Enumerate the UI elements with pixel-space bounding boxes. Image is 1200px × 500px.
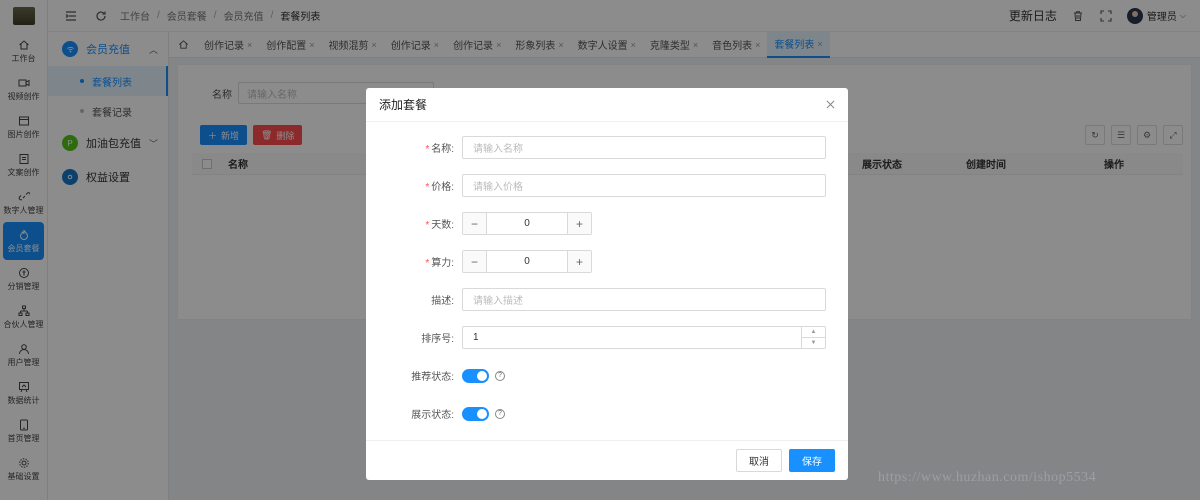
sort-number-input[interactable]: 1 ▲ ▼ — [462, 326, 826, 349]
dialog-title: 添加套餐 — [379, 98, 428, 112]
help-icon[interactable]: ? — [495, 408, 505, 419]
required-mark: * — [425, 182, 430, 193]
form-row-show: 展示状态: ? — [366, 406, 848, 421]
field-label: 展示状态: — [411, 410, 454, 421]
field-label: 描述: — [431, 296, 454, 307]
required-mark: * — [425, 144, 430, 155]
field-label: * 名称: — [425, 144, 454, 155]
power-value[interactable]: 0 — [487, 256, 567, 267]
increment-button[interactable]: + — [567, 251, 591, 272]
description-input[interactable]: 请输入描述 — [462, 288, 826, 311]
required-mark: * — [425, 220, 430, 231]
form-row-description: 描述: 请输入描述 — [366, 288, 848, 311]
form-row-power: * 算力: − 0 + — [366, 250, 848, 273]
form-row-days: * 天数: − 0 + — [366, 212, 848, 235]
field-label: * 算力: — [425, 258, 454, 269]
switch-knob — [477, 408, 487, 419]
chevron-down-icon[interactable]: ▼ — [802, 338, 825, 348]
switch-knob — [477, 370, 487, 381]
dialog-footer: 取消 保存 — [366, 440, 848, 480]
price-input[interactable]: 请输入价格 — [462, 174, 826, 197]
cancel-button[interactable]: 取消 — [736, 449, 782, 472]
form-row-price: * 价格: 请输入价格 — [366, 174, 848, 197]
help-icon[interactable]: ? — [495, 370, 505, 381]
increment-button[interactable]: + — [567, 213, 591, 234]
form-row-recommend: 推荐状态: ? — [366, 368, 848, 383]
recommend-switch[interactable] — [462, 368, 489, 383]
required-mark: * — [425, 258, 430, 269]
add-package-dialog: 添加套餐 * 名称: 请输入名称 * 价格: 请输入价格 * 天数: − 0 + * 算… — [366, 88, 848, 480]
days-stepper: − 0 + — [462, 212, 592, 235]
save-button[interactable]: 保存 — [789, 449, 835, 472]
field-label: * 价格: — [425, 182, 454, 193]
show-switch[interactable] — [462, 406, 489, 421]
power-stepper: − 0 + — [462, 250, 592, 273]
watermark: https://www.huzhan.com/ishop5534 — [878, 470, 1097, 485]
chevron-up-icon[interactable]: ▲ — [802, 327, 825, 338]
field-label: 推荐状态: — [411, 372, 454, 383]
days-value[interactable]: 0 — [487, 218, 567, 229]
form-row-name: * 名称: 请输入名称 — [366, 136, 848, 159]
sort-value: 1 — [473, 332, 479, 343]
decrement-button[interactable]: − — [463, 213, 487, 234]
close-icon[interactable] — [824, 98, 836, 110]
form-row-sort: 排序号: 1 ▲ ▼ — [366, 326, 848, 349]
name-input[interactable]: 请输入名称 — [462, 136, 826, 159]
field-label: * 天数: — [425, 220, 454, 231]
decrement-button[interactable]: − — [463, 251, 487, 272]
field-label: 排序号: — [421, 334, 454, 345]
